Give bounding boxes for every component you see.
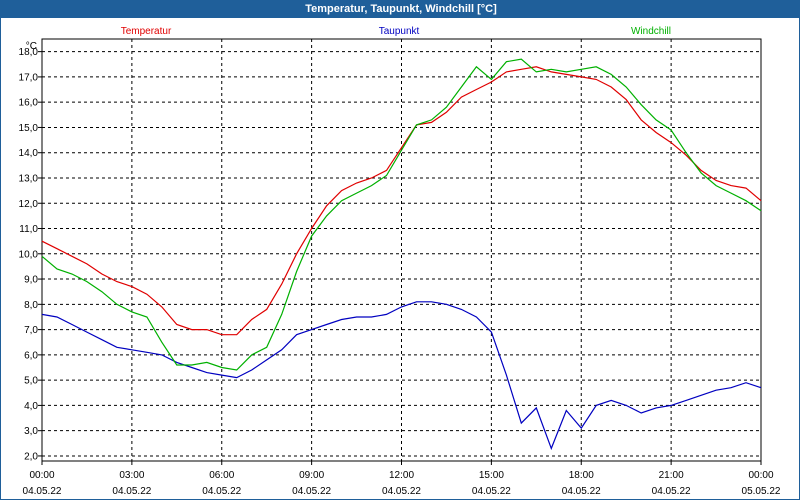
y-tick-label: 17,0: [19, 72, 39, 83]
x-tick-time: 21:00: [659, 470, 684, 481]
y-tick-label: 4,0: [24, 401, 38, 412]
x-tick-time: 18:00: [569, 470, 594, 481]
x-tick-date: 04.05.22: [382, 486, 421, 497]
x-tick-date: 04.05.22: [562, 486, 601, 497]
y-tick-label: 6,0: [24, 350, 38, 361]
x-tick-date: 04.05.22: [292, 486, 331, 497]
x-tick-time: 03:00: [119, 470, 144, 481]
y-tick-label: 9,0: [24, 275, 38, 286]
x-tick-time: 00:00: [748, 470, 773, 481]
y-tick-label: 11,0: [19, 224, 38, 235]
legend-windchill: Windchill: [631, 26, 671, 37]
x-tick-time: 09:00: [299, 470, 324, 481]
y-tick-label: 8,0: [24, 300, 38, 311]
y-tick-label: 5,0: [24, 376, 38, 387]
x-tick-time: 06:00: [209, 470, 234, 481]
y-tick-label: 2,0: [24, 451, 38, 462]
y-tick-label: 10,0: [19, 249, 39, 260]
x-tick-date: 04.05.22: [23, 486, 62, 497]
chart-svg: 2,0 3,0 4,0 5,0 6,0 7,0 8,0 9,0 10,0 11,0 12,0 13,0…: [19, 26, 781, 497]
y-tick-label: 13,0: [19, 173, 39, 184]
y-tick-label: 3,0: [24, 426, 38, 437]
y-tick-label: 12,0: [19, 199, 39, 210]
x-tick-time: 15:00: [479, 470, 504, 481]
legend-temperatur: Temperatur: [121, 26, 172, 37]
x-tick-date: 04.05.22: [202, 486, 241, 497]
y-tick-label: 16,0: [19, 98, 39, 109]
y-tick-label: 14,0: [19, 148, 39, 159]
x-tick-date: 04.05.22: [472, 486, 511, 497]
x-tick-date: 04.05.22: [112, 486, 151, 497]
x-tick-time: 12:00: [389, 470, 414, 481]
y-tick-label: 7,0: [24, 325, 38, 336]
y-axis-label: °C: [26, 41, 37, 52]
x-tick-time: 00:00: [29, 470, 54, 481]
chart-window: Temperatur, Taupunkt, Windchill [°C] 2,0…: [0, 0, 800, 500]
x-tick-date: 04.05.22: [652, 486, 691, 497]
legend-taupunkt: Taupunkt: [379, 26, 420, 37]
y-tick-label: 15,0: [19, 123, 39, 134]
x-tick-date: 05.05.22: [742, 486, 781, 497]
